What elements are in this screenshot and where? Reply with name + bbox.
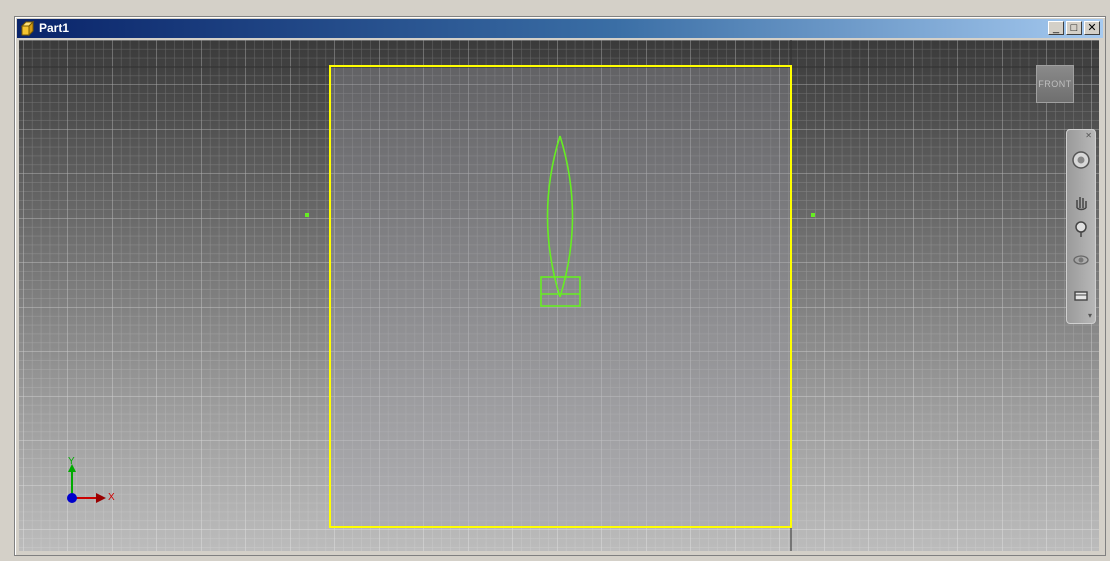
sketch-grid bbox=[19, 40, 1099, 551]
steering-wheel-icon[interactable] bbox=[1071, 150, 1091, 170]
graphics-viewport[interactable]: FRONT ✕ ▾ Y X bbox=[19, 40, 1099, 551]
x-axis-label: X bbox=[108, 492, 115, 503]
nav-menu-icon[interactable]: ▾ bbox=[1088, 311, 1092, 320]
minimize-button[interactable]: _ bbox=[1048, 21, 1064, 35]
origin-point bbox=[67, 493, 77, 503]
part-document-icon bbox=[20, 20, 36, 37]
title-bar[interactable]: Part1 _ □ ✕ bbox=[17, 19, 1103, 38]
minimize-icon: _ bbox=[1052, 21, 1060, 34]
maximize-button[interactable]: □ bbox=[1066, 21, 1082, 35]
y-axis-label: Y bbox=[68, 456, 75, 467]
pan-icon[interactable] bbox=[1071, 192, 1091, 212]
sketch-point-right bbox=[811, 213, 815, 217]
zoom-icon[interactable] bbox=[1071, 218, 1091, 238]
look-at-icon[interactable] bbox=[1071, 286, 1091, 306]
maximize-icon: □ bbox=[1070, 21, 1078, 34]
window-title: Part1 bbox=[39, 21, 70, 35]
viewcube[interactable]: FRONT bbox=[1036, 65, 1074, 103]
nav-close-icon[interactable]: ✕ bbox=[1085, 131, 1092, 140]
navigation-bar: ✕ ▾ bbox=[1066, 129, 1096, 324]
axis-triad: Y X bbox=[64, 456, 134, 508]
orbit-icon[interactable] bbox=[1071, 250, 1091, 270]
close-button[interactable]: ✕ bbox=[1084, 21, 1100, 35]
close-icon: ✕ bbox=[1087, 21, 1097, 34]
part-window: Part1 _ □ ✕ FRONT ✕ ▾ Y X bbox=[14, 16, 1106, 556]
sketch-point-left bbox=[305, 213, 309, 217]
viewcube-face-label: FRONT bbox=[1038, 79, 1072, 89]
